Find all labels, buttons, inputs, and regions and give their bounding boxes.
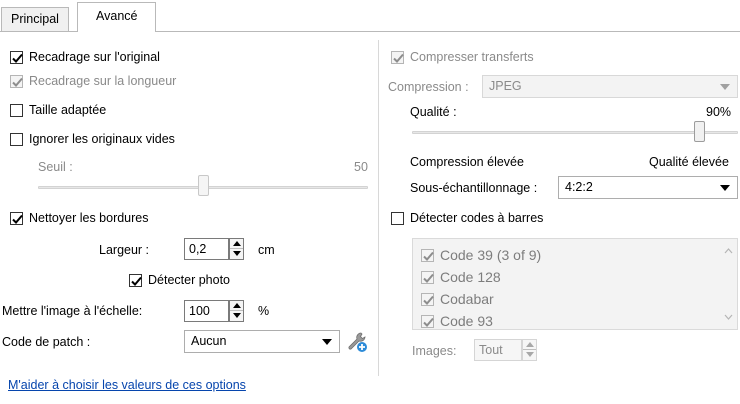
- patch-select[interactable]: Aucun: [184, 330, 340, 353]
- width-spinner[interactable]: [229, 238, 244, 260]
- barcode-list[interactable]: Code 39 (3 of 9) Code 128 Codabar Code 9…: [412, 238, 738, 330]
- barcode-label: Codabar: [440, 291, 494, 307]
- spin-down-icon[interactable]: [230, 311, 243, 321]
- list-item[interactable]: Code 93: [421, 313, 493, 329]
- compression-label: Compression :: [388, 80, 469, 94]
- fit-size-checkbox[interactable]: [10, 104, 23, 117]
- crop-length-checkbox[interactable]: [10, 75, 23, 88]
- subsampling-select[interactable]: 4:2:2: [558, 176, 738, 199]
- patch-label: Code de patch :: [2, 335, 91, 349]
- scale-unit: %: [258, 304, 270, 318]
- quality-value: 90%: [706, 105, 732, 119]
- scale-label: Mettre l'image à l'échelle:: [2, 304, 143, 318]
- patch-select-value: Aucun: [191, 334, 227, 348]
- quality-slider-thumb[interactable]: [694, 121, 705, 142]
- tab-principal[interactable]: Principal: [1, 7, 69, 31]
- spin-up-icon[interactable]: [230, 239, 243, 249]
- quality-high-label: Qualité élevée: [649, 155, 729, 169]
- list-item[interactable]: Code 128: [421, 269, 501, 285]
- images-input[interactable]: Tout: [474, 339, 522, 361]
- ignore-blank-label: Ignorer les originaux vides: [29, 132, 175, 146]
- spin-up-icon[interactable]: [230, 301, 243, 311]
- subsampling-select-value: 4:2:2: [565, 180, 593, 194]
- spin-down-icon[interactable]: [230, 249, 243, 259]
- spin-up-icon[interactable]: [523, 340, 536, 350]
- detect-photo-checkbox[interactable]: [129, 274, 142, 287]
- subsampling-label: Sous-échantillonnage :: [410, 181, 538, 195]
- list-item[interactable]: Codabar: [421, 291, 494, 307]
- scale-input[interactable]: 100: [184, 300, 229, 322]
- help-link[interactable]: M'aider à choisir les valeurs de ces opt…: [8, 378, 246, 392]
- threshold-label: Seuil :: [38, 160, 73, 174]
- fit-size-label: Taille adaptée: [29, 103, 107, 117]
- crop-original-checkbox[interactable]: [10, 51, 23, 64]
- crop-length-label: Recadrage sur la longueur: [29, 74, 177, 88]
- width-input[interactable]: 0,2: [184, 238, 229, 260]
- compress-transfers-checkbox[interactable]: [391, 51, 404, 64]
- chevron-down-icon: [720, 185, 730, 191]
- images-spinner[interactable]: [522, 339, 537, 361]
- quality-label: Qualité :: [410, 105, 457, 119]
- chevron-down-icon: [720, 84, 730, 90]
- compress-transfers-label: Compresser transferts: [410, 50, 534, 64]
- wrench-add-icon[interactable]: [346, 331, 368, 353]
- threshold-slider-thumb[interactable]: [198, 175, 209, 196]
- barcode-checkbox[interactable]: [421, 315, 434, 328]
- clean-borders-label: Nettoyer les bordures: [29, 211, 149, 225]
- scale-spinner[interactable]: [229, 300, 244, 322]
- list-scrollbar[interactable]: [720, 239, 737, 329]
- detect-barcodes-label: Détecter codes à barres: [410, 211, 544, 225]
- chevron-down-icon: [322, 339, 332, 345]
- threshold-value: 50: [354, 160, 368, 174]
- crop-original-label: Recadrage sur l'original: [29, 50, 160, 64]
- barcode-checkbox[interactable]: [421, 293, 434, 306]
- barcode-checkbox[interactable]: [421, 271, 434, 284]
- images-label: Images:: [412, 344, 457, 358]
- quality-slider-track[interactable]: [412, 131, 738, 134]
- barcode-label: Code 93: [440, 313, 493, 329]
- width-label: Largeur :: [99, 243, 150, 257]
- barcode-checkbox[interactable]: [421, 249, 434, 262]
- barcode-label: Code 128: [440, 269, 501, 285]
- clean-borders-checkbox[interactable]: [10, 212, 23, 225]
- barcode-label: Code 39 (3 of 9): [440, 247, 542, 263]
- column-separator: [378, 40, 379, 376]
- compression-select[interactable]: JPEG: [482, 75, 738, 98]
- detect-barcodes-checkbox[interactable]: [391, 212, 404, 225]
- ignore-blank-checkbox[interactable]: [10, 133, 23, 146]
- list-item[interactable]: Code 39 (3 of 9): [421, 247, 541, 263]
- quality-low-label: Compression élevée: [410, 155, 524, 169]
- detect-photo-label: Détecter photo: [148, 273, 230, 287]
- tab-avance[interactable]: Avancé: [77, 2, 157, 32]
- compression-select-value: JPEG: [489, 79, 522, 93]
- width-unit: cm: [258, 243, 275, 257]
- spin-down-icon[interactable]: [523, 350, 536, 360]
- tab-strip: Principal Avancé: [0, 0, 740, 32]
